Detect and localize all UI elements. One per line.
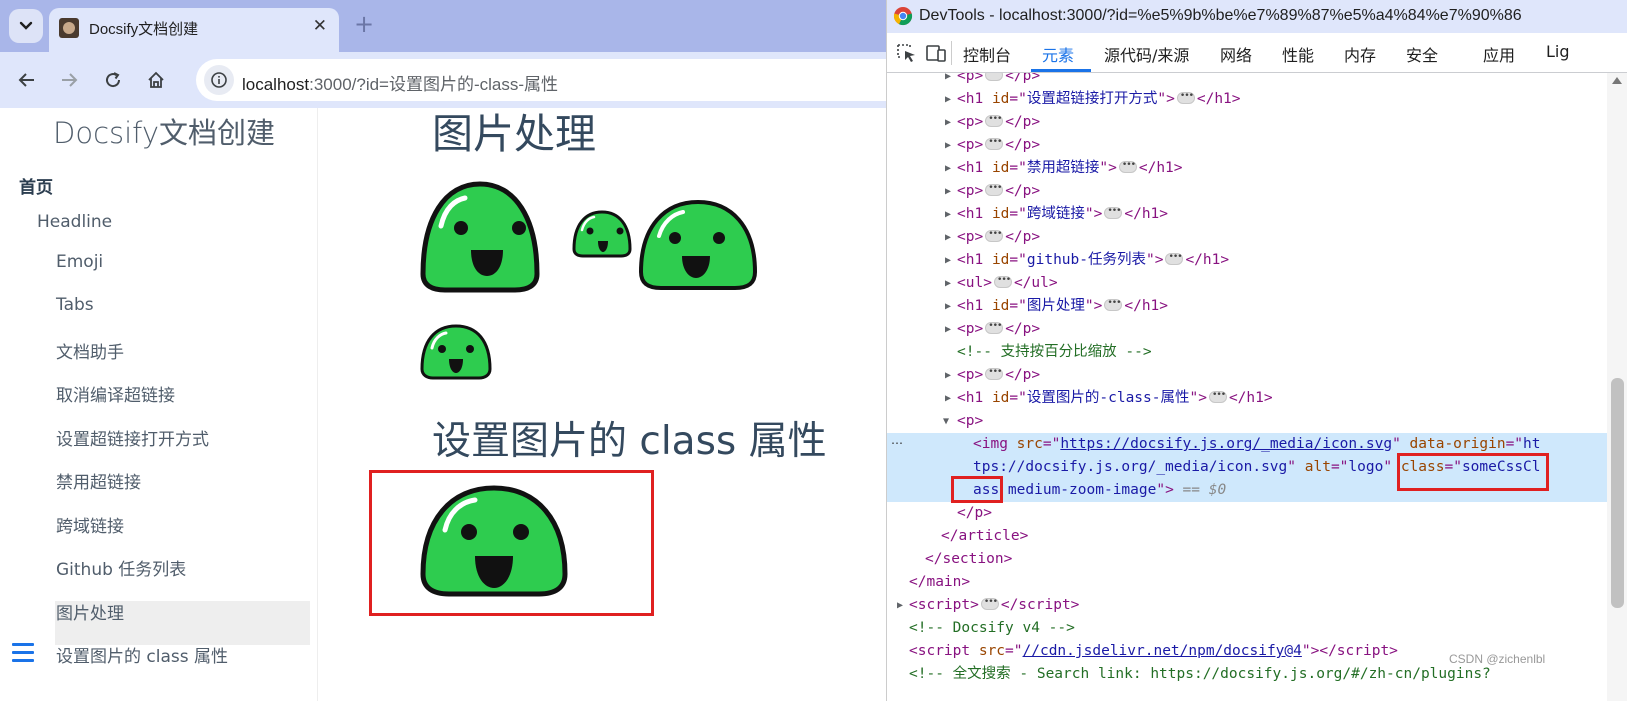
sidebar-item-cancel-compile-link[interactable]: 取消编译超链接 [56,381,175,406]
class-highlight-box [1397,453,1549,491]
sidebar-item-tabs[interactable]: Tabs [56,295,94,315]
sidebar-item-headline[interactable]: Headline [37,212,112,232]
back-button[interactable] [12,65,42,95]
sidebar-item-home[interactable]: 首页 [19,173,53,198]
sidebar: Docsify文档创建 首页 Headline Emoji Tabs 文档助手 … [0,108,318,701]
tab-memory[interactable]: 内存 [1344,42,1376,66]
new-tab-button[interactable]: + [354,12,374,36]
dom-node-row[interactable]: ▶<p></p> [887,361,1607,387]
dom-node-row[interactable]: ▶<h1 id="设置图片的-class-属性"></h1> [887,384,1607,410]
tab-console[interactable]: 控制台 [963,42,1011,66]
scroll-up-arrow-icon[interactable] [1612,77,1622,84]
site-info-button[interactable] [204,65,234,95]
dom-node-row[interactable]: ▶<script></script> [887,591,1607,617]
highlight-annotation-box [369,470,654,616]
home-icon [148,71,164,88]
tab-sources[interactable]: 源代码/来源 [1104,42,1189,66]
dom-tree: ▶<p></p> ▶<h1 id="设置超链接打开方式"></h1> ▶<p><… [887,73,1607,701]
address-bar[interactable]: localhost:3000/?id=设置图片的-class-属性 [196,59,886,101]
sidebar-item-github-tasklist[interactable]: Github 任务列表 [56,555,186,580]
tab-search-button[interactable] [9,9,43,43]
url-text: localhost:3000/?id=设置图片的-class-属性 [242,70,558,95]
chevron-down-icon [19,21,33,30]
sidebar-item-cross-origin-link[interactable]: 跨域链接 [56,512,124,537]
arrow-right-icon [62,73,78,87]
sidebar-item-disable-link[interactable]: 禁用超链接 [56,468,141,493]
dom-close-row[interactable]: </p> [887,502,1607,525]
dom-close-row[interactable]: </section> [887,548,1607,571]
sidebar-item-link-open-mode[interactable]: 设置超链接打开方式 [56,425,209,450]
tab-network[interactable]: 网络 [1220,42,1252,66]
page-viewport: Docsify文档创建 首页 Headline Emoji Tabs 文档助手 … [0,108,886,701]
info-icon [211,72,227,88]
reload-icon [106,72,121,88]
dom-scrollbar[interactable] [1607,73,1627,701]
dom-node-row[interactable]: ▶<ul></ul> [887,269,1607,295]
hamburger-menu-icon[interactable] [12,643,34,663]
url-path: :3000/?id=设置图片的-class-属性 [309,75,559,94]
sidebar-item-doc-helper[interactable]: 文档助手 [56,338,124,363]
dom-node-row[interactable]: ▶<p></p> [887,223,1607,249]
forward-button[interactable] [54,65,84,95]
dom-node-row[interactable]: ▶<p></p> [887,131,1607,157]
dom-node-row[interactable]: ▶<p></p> [887,177,1607,203]
markdown-content: 图片处理 设置图片的 class 属性 [320,108,886,701]
tab-title: Docsify文档创建 [89,21,199,38]
tab-elements[interactable]: 元素 [1042,42,1074,66]
dom-node-row[interactable]: ▶<p></p> [887,315,1607,341]
slime-logo-tiny-image[interactable] [419,323,493,381]
arrow-left-icon [18,73,34,87]
active-tab-indicator [1031,69,1091,72]
watermark: CSDN @zichenlbl [1449,652,1546,666]
dom-node-row[interactable]: ▼ <p> [887,410,1607,433]
slime-logo-small-image[interactable] [571,209,633,259]
url-host: localhost [242,75,310,94]
close-tab-icon[interactable]: ✕ [313,16,327,36]
tab-application[interactable]: 应用 [1483,42,1515,66]
app-name[interactable]: Docsify文档创建 [53,110,275,152]
tab-strip: Docsify文档创建 ✕ + [0,0,886,52]
dom-comment-row[interactable]: <!-- Docsify v4 --> [887,617,1607,640]
home-button[interactable] [141,65,171,95]
dom-comment-row[interactable]: <!-- 全文搜索 - Search link: https://docsify… [887,663,1607,686]
slime-logo-wide-image[interactable] [637,198,759,294]
tab-lighthouse[interactable]: Lig [1546,42,1570,61]
heading-image-processing: 图片处理 [432,110,596,158]
class-highlight-box-cont [951,476,1003,503]
sidebar-item-image-processing[interactable]: 图片处理 [56,599,124,624]
favicon-icon [59,18,79,38]
browser-tab[interactable]: Docsify文档创建 ✕ [49,8,339,52]
heading-image-class: 设置图片的 class 属性 [432,419,827,464]
chrome-icon [893,7,913,26]
inspect-element-icon[interactable] [896,43,918,63]
dom-node-row[interactable]: ▶<h1 id="github-任务列表"></h1> [887,246,1607,272]
devtools-window: DevTools - localhost:3000/?id=%e5%9b%be%… [886,0,1627,701]
devtools-titlebar: DevTools - localhost:3000/?id=%e5%9b%be%… [887,0,1627,33]
slime-logo-image[interactable] [419,178,541,296]
dom-node-row[interactable]: ▶<p></p> [887,73,1607,88]
devtools-title: DevTools - localhost:3000/?id=%e5%9b%be%… [919,7,1522,24]
selected-node-menu-icon[interactable]: … [891,433,903,447]
toolbar-divider [951,41,952,65]
sidebar-item-emoji[interactable]: Emoji [56,252,103,272]
reload-button[interactable] [98,65,128,95]
devtools-tabbar: 控制台 元素 源代码/来源 网络 性能 内存 安全 应用 Lig [887,33,1627,73]
sidebar-item-image-class[interactable]: 设置图片的 class 属性 [56,642,228,667]
tab-performance[interactable]: 性能 [1282,42,1314,66]
tab-security[interactable]: 安全 [1406,42,1438,66]
browser-window: Docsify文档创建 ✕ + localhost:3000/?id=设置图片的… [0,0,886,701]
dom-close-row[interactable]: </article> [887,525,1607,548]
device-toolbar-icon[interactable] [925,43,947,63]
scrollbar-thumb[interactable] [1611,378,1624,608]
